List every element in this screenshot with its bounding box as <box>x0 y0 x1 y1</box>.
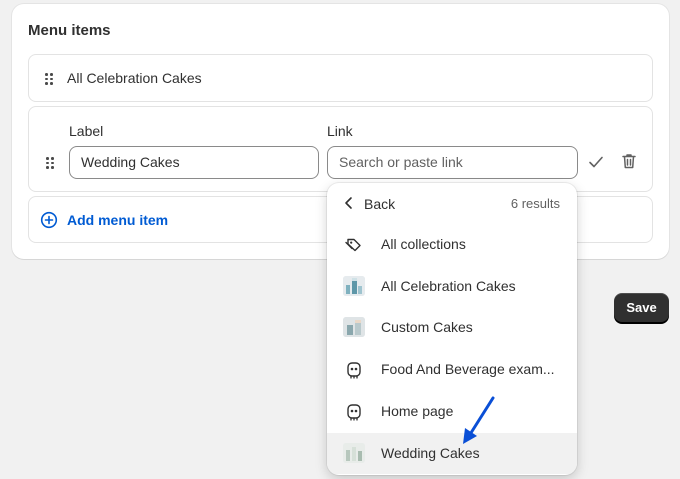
plus-circle-icon[interactable] <box>40 211 58 229</box>
menu-item-edit-row: Label Link Wedding Cakes Search or paste… <box>28 106 653 192</box>
dropdown-item-label: Wedding Cakes <box>381 445 480 461</box>
drag-handle-icon[interactable] <box>46 157 54 169</box>
label-input[interactable]: Wedding Cakes <box>69 146 319 179</box>
results-count: 6 results <box>510 196 560 211</box>
cake-thumbnail <box>343 276 365 296</box>
add-menu-item-button[interactable]: Add menu item <box>67 212 168 228</box>
link-dropdown: Back 6 results All collections All Celeb… <box>327 183 577 475</box>
dropdown-item-food-and-beverage[interactable]: Food And Beverage exam... <box>327 349 577 390</box>
label-heading: Label <box>69 123 104 139</box>
cake-thumbnail <box>343 443 365 463</box>
dropdown-item-label: Food And Beverage exam... <box>381 361 555 377</box>
trash-icon[interactable] <box>620 152 638 170</box>
cake-thumbnail <box>343 317 365 337</box>
dropdown-item-label: All collections <box>381 236 466 252</box>
dropdown-item-all-celebration-cakes[interactable]: All Celebration Cakes <box>327 266 577 307</box>
link-heading: Link <box>327 123 353 139</box>
menu-item-label[interactable]: All Celebration Cakes <box>67 70 202 86</box>
chevron-left-icon[interactable] <box>343 196 355 210</box>
menu-item-row[interactable]: All Celebration Cakes <box>28 54 653 102</box>
dropdown-header[interactable]: Back 6 results <box>327 183 577 223</box>
page-icon <box>347 362 361 379</box>
dropdown-item-custom-cakes[interactable]: Custom Cakes <box>327 307 577 348</box>
dropdown-item-label: Custom Cakes <box>381 319 473 335</box>
dropdown-item-home-page[interactable]: Home page <box>327 391 577 432</box>
page-icon <box>347 404 361 421</box>
dropdown-item-wedding-cakes[interactable]: Wedding Cakes <box>327 433 577 474</box>
dropdown-item-label: All Celebration Cakes <box>381 278 516 294</box>
annotation-arrow-icon <box>463 396 495 444</box>
checkmark-icon[interactable] <box>587 153 605 171</box>
save-button[interactable]: Save <box>614 293 669 322</box>
card-title: Menu items <box>28 22 111 39</box>
back-button[interactable]: Back <box>364 196 395 212</box>
collection-tag-icon <box>345 238 361 252</box>
dropdown-item-label: Home page <box>381 403 454 419</box>
drag-handle-icon[interactable] <box>45 73 53 85</box>
dropdown-item-all-collections[interactable]: All collections <box>327 224 577 265</box>
link-search-input[interactable]: Search or paste link <box>327 146 578 179</box>
